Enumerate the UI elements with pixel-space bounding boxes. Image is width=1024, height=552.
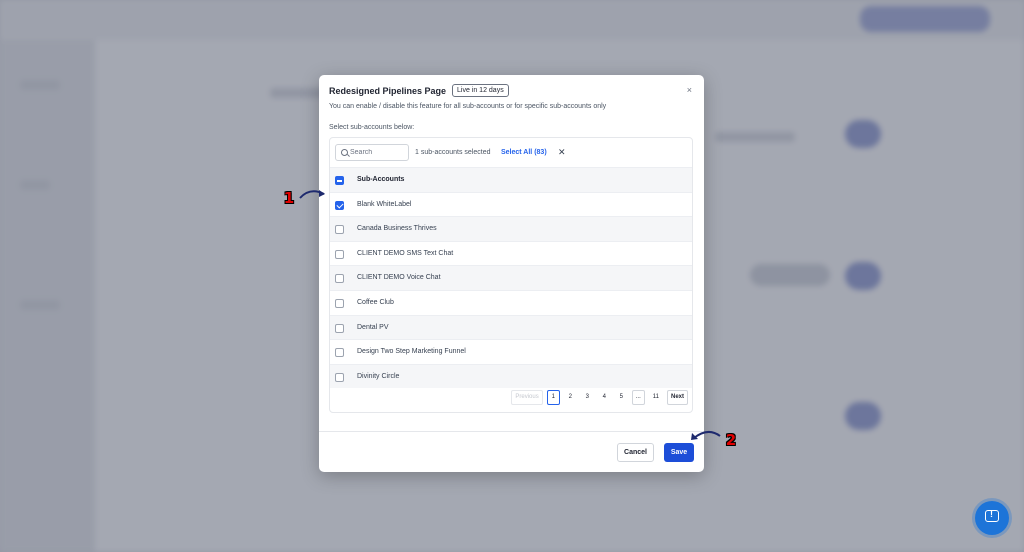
feedback-button[interactable] [975, 501, 1009, 535]
selected-count: 1 sub-accounts selected [415, 149, 491, 156]
row-label: Divinity Circle [357, 372, 400, 380]
row-label: Coffee Club [357, 298, 394, 306]
step-number: 1 [283, 189, 295, 207]
step-number: 2 [725, 431, 737, 449]
row-checkbox[interactable] [335, 323, 344, 333]
row-label: Dental PV [357, 323, 389, 331]
subaccounts-panel: 1 sub-accounts selected Select All (83) … [329, 137, 693, 413]
page-button-1[interactable]: 1 [546, 390, 560, 405]
next-page-button[interactable]: Next [666, 390, 688, 405]
header-label: Sub-Accounts [357, 176, 405, 183]
table-row[interactable]: Canada Business Thrives [330, 216, 692, 241]
close-icon[interactable]: × [687, 85, 692, 95]
cancel-button[interactable]: Cancel [617, 443, 654, 462]
search-icon [341, 149, 348, 156]
live-badge: Live in 12 days [452, 84, 509, 97]
modal-subtitle: You can enable / disable this feature fo… [329, 103, 607, 110]
row-label: Blank WhiteLabel [357, 200, 412, 208]
table-row[interactable]: Dental PV [330, 314, 692, 340]
row-checkbox[interactable] [335, 200, 344, 210]
row-checkbox[interactable] [335, 348, 344, 358]
row-label: Canada Business Thrives [357, 225, 437, 233]
page-button-3[interactable]: 3 [581, 390, 594, 405]
search-box[interactable] [335, 144, 409, 161]
subaccounts-table: Sub-Accounts Blank WhiteLabel Canada Bus… [330, 167, 692, 389]
table-header-row: Sub-Accounts [330, 167, 692, 192]
table-row[interactable]: Coffee Club [330, 289, 692, 315]
table-row[interactable]: CLIENT DEMO SMS Text Chat [330, 240, 692, 266]
select-all-link[interactable]: Select All (83) [501, 149, 547, 156]
row-checkbox[interactable] [335, 249, 344, 259]
search-input[interactable] [350, 147, 406, 158]
page-button-5[interactable]: 5 [615, 390, 628, 405]
page-button-2[interactable]: 2 [564, 390, 577, 405]
feedback-icon [985, 509, 999, 522]
table-row[interactable]: CLIENT DEMO Voice Chat [330, 265, 692, 290]
row-checkbox[interactable] [335, 274, 344, 284]
previous-page-button[interactable]: Previous [511, 390, 543, 405]
table-row[interactable]: Design Two Step Marketing Funnel [330, 339, 692, 364]
row-label: CLIENT DEMO SMS Text Chat [357, 249, 454, 257]
arrow-icon [299, 190, 325, 199]
pagination: Previous 1 2 3 4 5 ... 11 Next [511, 390, 688, 405]
page-ellipsis[interactable]: ... [631, 390, 645, 405]
select-all-checkbox[interactable] [335, 176, 344, 185]
save-button[interactable]: Save [664, 443, 694, 462]
footer-divider [319, 431, 704, 432]
table-row[interactable]: Divinity Circle [330, 363, 692, 389]
arrow-icon [691, 431, 721, 440]
row-checkbox[interactable] [335, 225, 344, 235]
select-subaccounts-label: Select sub-accounts below: [329, 124, 415, 131]
row-checkbox[interactable] [335, 372, 344, 382]
feature-modal: Redesigned Pipelines Page Live in 12 day… [319, 75, 704, 472]
step-marker-1: 1 [279, 188, 299, 208]
page-button-11[interactable]: 11 [649, 390, 663, 405]
page-button-4[interactable]: 4 [598, 390, 611, 405]
clear-selection-icon[interactable]: ✕ [558, 147, 566, 158]
row-label: CLIENT DEMO Voice Chat [357, 274, 441, 282]
row-checkbox[interactable] [335, 298, 344, 308]
table-row[interactable]: Blank WhiteLabel [330, 191, 692, 217]
modal-title: Redesigned Pipelines Page [329, 86, 447, 96]
step-marker-2: 2 [721, 430, 741, 450]
row-label: Design Two Step Marketing Funnel [357, 348, 466, 356]
